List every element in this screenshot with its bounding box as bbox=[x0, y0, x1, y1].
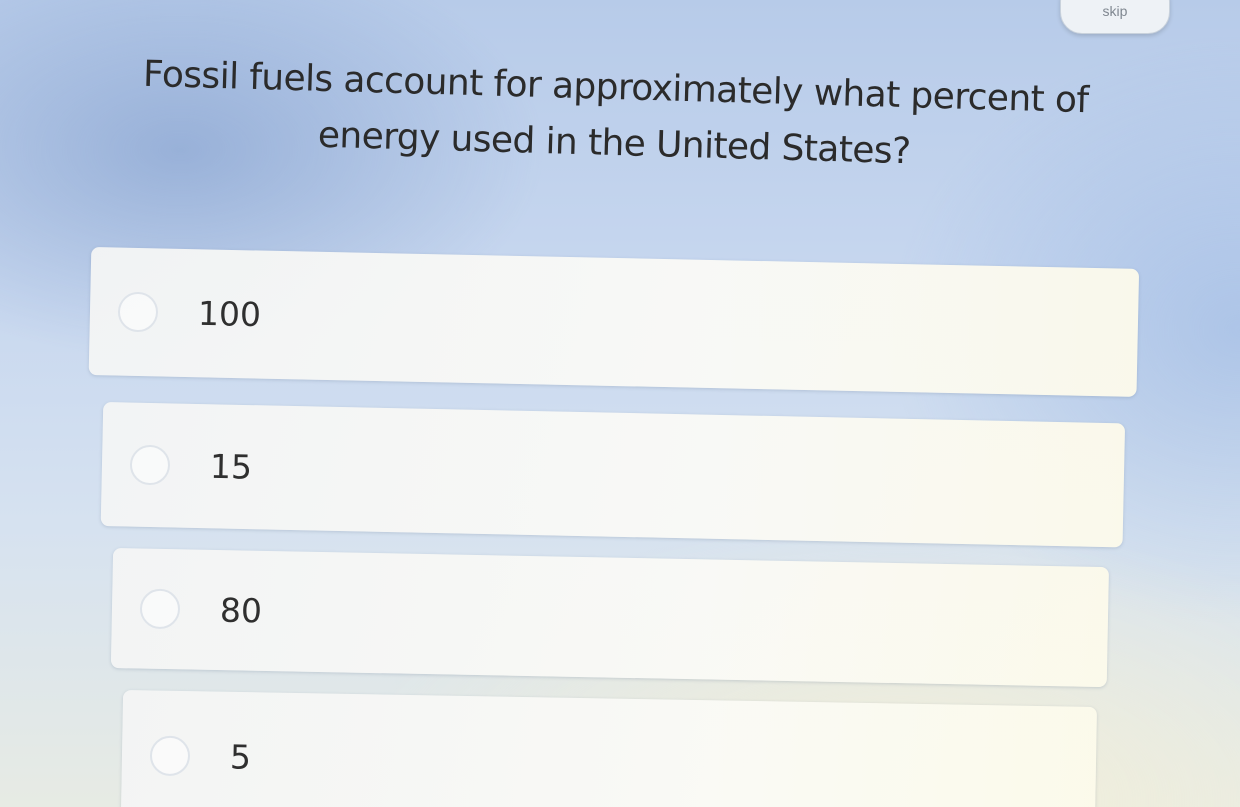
question-text: Fossil fuels account for approximately w… bbox=[89, 45, 1142, 186]
radio-button-icon[interactable] bbox=[117, 291, 159, 333]
answer-label: 5 bbox=[229, 737, 252, 777]
answer-option-15[interactable]: 15 bbox=[100, 402, 1126, 548]
radio-button-icon[interactable] bbox=[149, 735, 191, 777]
answer-label: 100 bbox=[197, 293, 262, 335]
radio-button-icon[interactable] bbox=[129, 444, 171, 486]
radio-button-icon[interactable] bbox=[139, 588, 181, 630]
answer-label: 80 bbox=[219, 590, 263, 631]
answer-label: 15 bbox=[209, 446, 253, 487]
answer-option-100[interactable]: 100 bbox=[88, 247, 1140, 397]
answer-option-5[interactable]: 5 bbox=[120, 690, 1097, 807]
skip-button[interactable]: skip bbox=[1060, 0, 1170, 34]
answer-option-80[interactable]: 80 bbox=[110, 548, 1109, 688]
